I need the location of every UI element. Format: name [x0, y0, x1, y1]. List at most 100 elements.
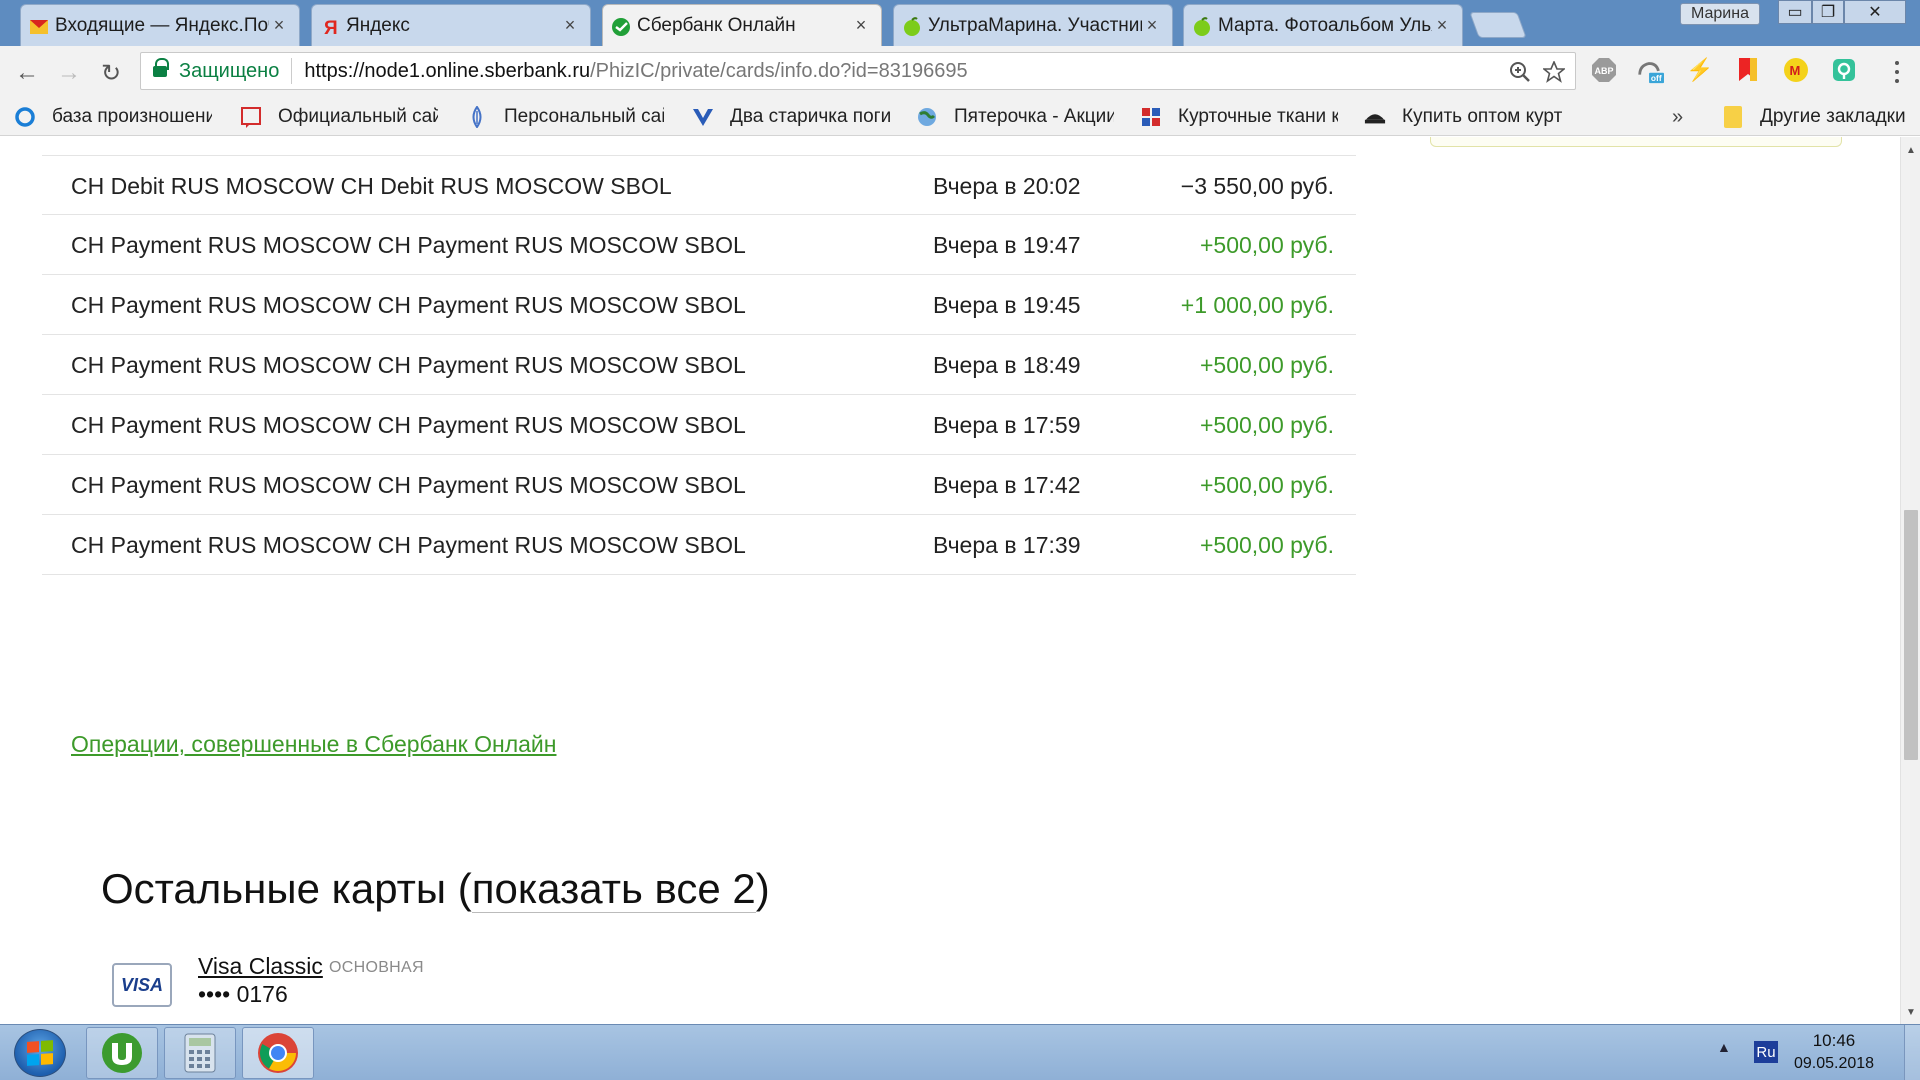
transaction-description: CH Payment RUS MOSCOW CH Payment RUS MOS… — [71, 292, 746, 318]
transaction-description: CH Payment RUS MOSCOW CH Payment RUS MOS… — [71, 412, 746, 438]
lock-icon — [153, 58, 169, 78]
apple-icon — [902, 17, 922, 37]
transaction-description: CH Payment RUS MOSCOW CH Payment RUS MOS… — [71, 232, 746, 258]
bookmark-item[interactable]: база произношений — [14, 102, 220, 132]
sberbank-online-operations-link[interactable]: Операции, совершенные в Сбербанк Онлайн — [71, 731, 556, 758]
mail-icon — [29, 17, 49, 37]
browser-tab-strip: Входящие — Яндекс.Почта × Я Яндекс × Сбе… — [0, 0, 1920, 46]
language-indicator[interactable]: Ru — [1754, 1041, 1778, 1063]
other-bookmarks-label: Другие закладки — [1760, 106, 1906, 127]
card-name-link[interactable]: Visa Classic — [198, 953, 323, 980]
svg-text:M: M — [1790, 63, 1801, 78]
minimize-button[interactable]: ▭ — [1778, 0, 1812, 24]
metro-icon[interactable]: M — [1782, 56, 1810, 84]
vpn-off-icon[interactable]: off — [1636, 56, 1664, 84]
scrollbar-thumb[interactable] — [1904, 510, 1918, 760]
transaction-amount: +1 000,00 руб. — [1180, 292, 1334, 318]
right-panel — [1430, 137, 1842, 147]
clock-time: 10:46 — [1812, 1031, 1856, 1050]
close-icon[interactable]: × — [1432, 15, 1452, 36]
address-bar[interactable]: Защищено https://node1.online.sberbank.r… — [140, 52, 1576, 90]
star-icon[interactable] — [1541, 59, 1567, 85]
calculator-taskbar-icon[interactable] — [164, 1027, 236, 1079]
bookmark-item[interactable]: Пятерочка - Акции — [916, 102, 1122, 132]
bookmarks-overflow-button[interactable]: » — [1672, 102, 1683, 132]
restore-button[interactable]: ❐ — [1812, 0, 1844, 24]
show-all-cards-link[interactable]: показать все 2 — [471, 865, 756, 913]
bookmark-label: Пятерочка - Акции — [954, 106, 1114, 127]
tab-sberbank-online[interactable]: Сбербанк Онлайн × — [602, 4, 882, 46]
transaction-amount: +500,00 руб. — [1199, 472, 1334, 498]
secure-label: Защищено — [179, 59, 280, 82]
transaction-date: Вчера в 17:39 — [933, 532, 1081, 558]
transaction-description: CH Payment RUS MOSCOW CH Payment RUS MOS… — [71, 532, 746, 558]
browser-menu-icon[interactable] — [1890, 58, 1904, 86]
bookmark-item[interactable]: Официальный сайт — [240, 102, 446, 132]
frame-icon — [240, 106, 262, 128]
address-separator — [291, 58, 293, 84]
screenshot-icon[interactable] — [1830, 56, 1858, 84]
close-icon[interactable]: × — [560, 15, 580, 36]
scroll-down-arrow[interactable]: ▼ — [1901, 1003, 1920, 1021]
bookmark-item[interactable]: Два старичка погибли — [692, 102, 898, 132]
tab-title: УльтраМарина. Участники — [928, 14, 1142, 36]
tab-ultramarina[interactable]: УльтраМарина. Участники × — [893, 4, 1173, 46]
page-content: CH Debit RUS MOSCOW CH Debit RUS MOSCOW … — [0, 137, 1900, 1024]
globe-icon — [916, 106, 938, 128]
bookmarks-bar: база произношений Официальный сайт Персо… — [0, 98, 1920, 136]
tab-marta-album[interactable]: Марта. Фотоальбом Ульяна × — [1183, 4, 1463, 46]
table-row[interactable]: CH Payment RUS MOSCOW CH Payment RUS MOS… — [42, 215, 1356, 275]
close-window-button[interactable]: ✕ — [1844, 0, 1906, 24]
scroll-up-arrow[interactable]: ▲ — [1901, 141, 1920, 159]
close-icon[interactable]: × — [851, 15, 871, 36]
page-scrollbar[interactable]: ▲ ▼ — [1900, 137, 1920, 1024]
bookmark-item[interactable]: Курточные ткани купить — [1140, 102, 1346, 132]
table-row[interactable]: CH Payment RUS MOSCOW CH Payment RUS MOS… — [42, 515, 1356, 575]
transaction-amount: +500,00 руб. — [1199, 352, 1334, 378]
table-row[interactable]: CH Payment RUS MOSCOW CH Payment RUS MOS… — [42, 275, 1356, 335]
back-button[interactable]: ← — [12, 58, 42, 88]
adblock-icon[interactable]: ABP — [1590, 56, 1618, 84]
profile-button[interactable]: Марина — [1680, 3, 1760, 25]
table-row[interactable]: CH Payment RUS MOSCOW CH Payment RUS MOS… — [42, 395, 1356, 455]
windows-taskbar: ▲ Ru 10:46 09.05.2018 — [0, 1024, 1920, 1080]
lightning-icon[interactable]: ⚡ — [1686, 56, 1714, 84]
tab-title: Яндекс — [346, 14, 410, 36]
tab-yandex-mail[interactable]: Входящие — Яндекс.Почта × — [20, 4, 300, 46]
bookmark-item[interactable]: Купить оптом куртки — [1364, 102, 1570, 132]
show-desktop-button[interactable] — [1904, 1025, 1920, 1080]
other-cards-title-prefix: Остальные карты ( — [101, 865, 472, 912]
system-clock[interactable]: 10:46 09.05.2018 — [1784, 1031, 1884, 1073]
close-icon[interactable]: × — [269, 15, 289, 36]
sberbank-icon — [611, 17, 631, 37]
url-path: /PhizIC/private/cards/info.do?id=8319669… — [590, 59, 968, 82]
url-host: https://node1.online.sberbank.ru — [304, 59, 591, 82]
bookmark-label: Персональный сайт — [504, 106, 664, 127]
tray-expand-icon[interactable]: ▲ — [1717, 1039, 1731, 1055]
tab-title: Входящие — Яндекс.Почта — [55, 14, 269, 36]
card-number: •••• 0176 — [198, 981, 288, 1007]
tab-yandex[interactable]: Я Яндекс × — [311, 4, 591, 46]
reload-button[interactable]: ↻ — [96, 58, 126, 88]
visa-logo-text: VISA — [120, 974, 163, 995]
bookmark-item[interactable]: Персональный сайт — [466, 102, 672, 132]
table-row[interactable]: CH Payment RUS MOSCOW CH Payment RUS MOS… — [42, 455, 1356, 515]
zoom-icon[interactable] — [1507, 59, 1533, 85]
start-button[interactable] — [14, 1029, 66, 1077]
table-row[interactable]: CH Debit RUS MOSCOW CH Debit RUS MOSCOW … — [42, 155, 1356, 215]
utorrent-taskbar-icon[interactable] — [86, 1027, 158, 1079]
transaction-date: Вчера в 17:59 — [933, 412, 1081, 438]
forward-button[interactable]: → — [54, 58, 84, 88]
bookmark-flag-icon[interactable] — [1734, 56, 1762, 84]
chrome-taskbar-icon[interactable] — [242, 1027, 314, 1079]
bookmark-label: Курточные ткани купить — [1178, 106, 1338, 127]
new-tab-button[interactable] — [1469, 12, 1527, 38]
other-cards-title: Остальные карты (показать все 2) — [101, 865, 770, 913]
transactions-table: CH Debit RUS MOSCOW CH Debit RUS MOSCOW … — [42, 155, 1356, 575]
other-bookmarks-folder[interactable]: Другие закладки — [1722, 102, 1906, 132]
transaction-date: Вчера в 18:49 — [933, 352, 1081, 378]
table-row[interactable]: CH Payment RUS MOSCOW CH Payment RUS MOS… — [42, 335, 1356, 395]
visa-card-icon: VISA — [112, 963, 172, 1007]
close-icon[interactable]: × — [1142, 15, 1162, 36]
transaction-date: Вчера в 20:02 — [933, 173, 1081, 199]
